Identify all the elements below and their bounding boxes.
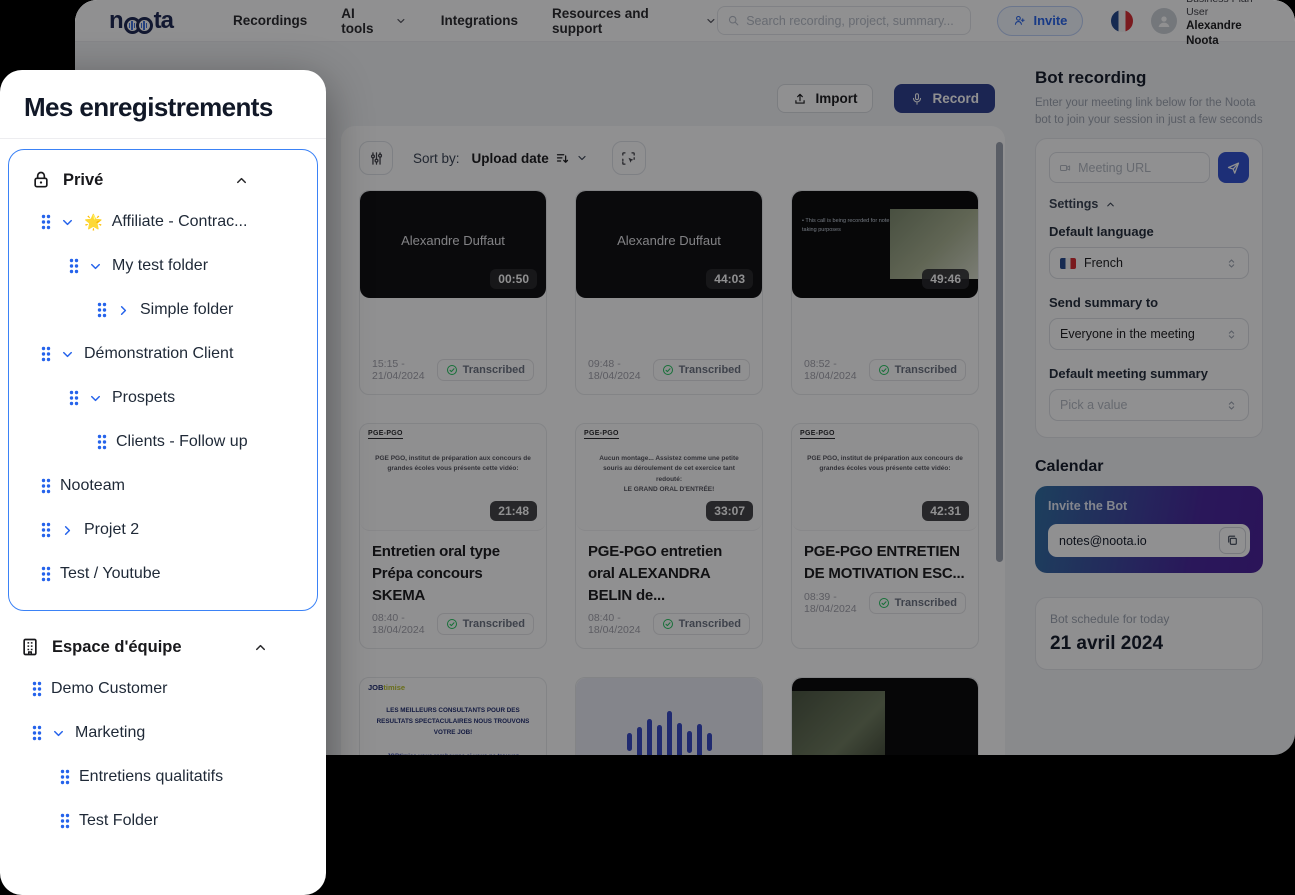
folder-label: Affiliate - Contrac... xyxy=(112,213,248,231)
chevron-down-icon[interactable] xyxy=(60,215,75,230)
drag-handle-icon[interactable] xyxy=(60,769,70,785)
folder-item[interactable]: My test folder xyxy=(19,244,307,288)
drag-handle-icon[interactable] xyxy=(41,478,51,494)
chevron-down-icon[interactable] xyxy=(88,259,103,274)
drag-handle-icon[interactable] xyxy=(41,214,51,230)
folder-label: My test folder xyxy=(112,257,208,275)
divider xyxy=(0,138,326,139)
folder-label: Marketing xyxy=(75,724,145,742)
drag-handle-icon[interactable] xyxy=(32,681,42,697)
folder-item[interactable]: Demo Customer xyxy=(0,667,326,711)
folder-label: Projet 2 xyxy=(84,521,139,539)
drag-handle-icon[interactable] xyxy=(97,302,107,318)
folder-label: Test Folder xyxy=(79,812,158,830)
folder-item[interactable]: 🌟 Affiliate - Contrac... xyxy=(19,200,307,244)
folder-item[interactable]: Marketing xyxy=(0,711,326,755)
drag-handle-icon[interactable] xyxy=(97,434,107,450)
chevron-down-icon[interactable] xyxy=(51,726,66,741)
panel-heading: Mes enregistrements xyxy=(0,70,326,138)
chevron-down-icon[interactable] xyxy=(88,391,103,406)
section-header-prive[interactable]: Privé xyxy=(19,160,307,200)
folder-item[interactable]: Nooteam xyxy=(19,464,307,508)
building-icon xyxy=(20,637,40,657)
folder-label: Démonstration Client xyxy=(84,345,233,363)
folder-label: Clients - Follow up xyxy=(116,433,248,451)
folder-item[interactable]: Entretiens qualitatifs xyxy=(0,755,326,799)
folders-side-panel: Mes enregistrements Privé 🌟 Affiliate - … xyxy=(0,70,326,895)
chevron-down-icon[interactable] xyxy=(60,347,75,362)
drag-handle-icon[interactable] xyxy=(69,390,79,406)
chevron-right-icon[interactable] xyxy=(116,303,131,318)
drag-handle-icon[interactable] xyxy=(41,346,51,362)
folder-item[interactable]: Démonstration Client xyxy=(19,332,307,376)
folder-item[interactable]: Clients - Follow up xyxy=(19,420,307,464)
lock-icon xyxy=(31,170,51,190)
drag-handle-icon[interactable] xyxy=(60,813,70,829)
drag-handle-icon[interactable] xyxy=(41,566,51,582)
folder-item[interactable]: Simple folder xyxy=(19,288,307,332)
private-section-box: Privé 🌟 Affiliate - Contrac... My test f… xyxy=(8,149,318,611)
drag-handle-icon[interactable] xyxy=(69,258,79,274)
chevron-up-icon xyxy=(234,173,249,188)
folder-item[interactable]: Projet 2 xyxy=(19,508,307,552)
drag-handle-icon[interactable] xyxy=(32,725,42,741)
folder-item[interactable]: Test / Youtube xyxy=(19,552,307,596)
folder-label: Simple folder xyxy=(140,301,233,319)
folder-label: Prospets xyxy=(112,389,175,407)
folder-label: Nooteam xyxy=(60,477,125,495)
star-emoji: 🌟 xyxy=(84,213,103,231)
chevron-right-icon[interactable] xyxy=(60,523,75,538)
folder-label: Demo Customer xyxy=(51,680,167,698)
chevron-up-icon xyxy=(253,640,268,655)
folder-item[interactable]: Prospets xyxy=(19,376,307,420)
folder-item[interactable]: Test Folder xyxy=(0,799,326,843)
folder-label: Entretiens qualitatifs xyxy=(79,768,223,786)
team-section: Espace d'équipe Demo Customer Marketing … xyxy=(0,627,326,843)
folder-label: Test / Youtube xyxy=(60,565,161,583)
section-header-team[interactable]: Espace d'équipe xyxy=(0,627,326,667)
drag-handle-icon[interactable] xyxy=(41,522,51,538)
